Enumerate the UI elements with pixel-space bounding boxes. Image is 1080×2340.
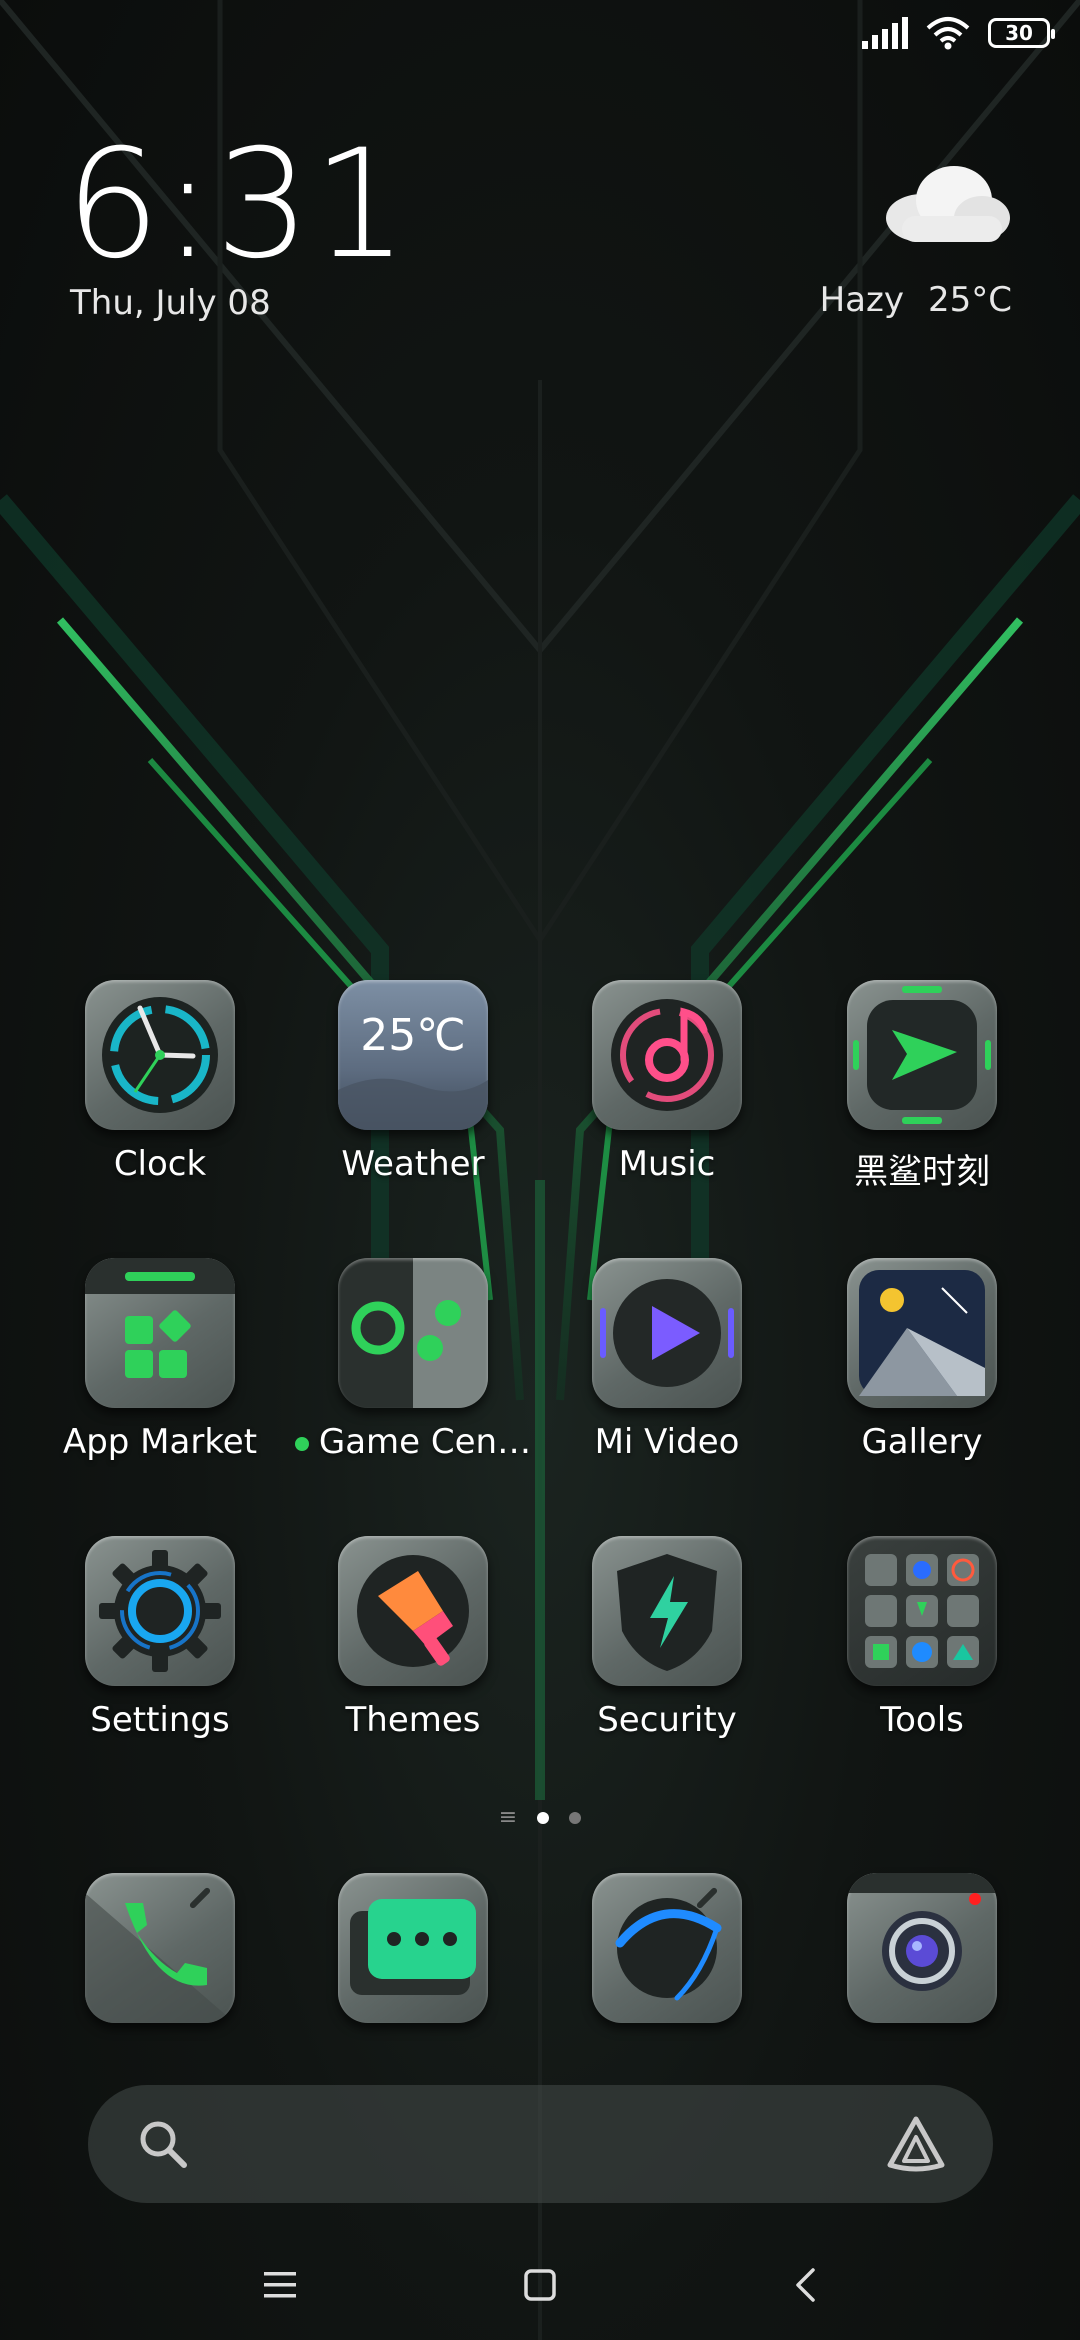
navigation-bar	[0, 2230, 1080, 2340]
blackshark-moments-icon	[847, 980, 997, 1130]
home-button[interactable]	[510, 2255, 570, 2315]
app-clock[interactable]: Clock	[35, 980, 285, 1184]
clock-time[interactable]: 6:31	[65, 130, 410, 280]
dock-browser[interactable]	[542, 1873, 792, 2023]
phone-icon	[85, 1873, 235, 2023]
app-label: Music	[618, 1144, 716, 1184]
status-bar: 30	[0, 0, 1080, 70]
gallery-icon	[847, 1258, 997, 1408]
battery-indicator: 30	[988, 18, 1055, 48]
app-drawer-lines-icon: ≡	[498, 1805, 518, 1830]
search-icon[interactable]	[136, 2117, 190, 2171]
app-label: Settings	[90, 1700, 230, 1740]
back-button[interactable]	[775, 2255, 835, 2315]
app-label: Gallery	[861, 1422, 983, 1462]
app-label: Clock	[113, 1144, 207, 1184]
search-bar[interactable]	[88, 2085, 993, 2203]
app-game-center[interactable]: Game Cen…	[288, 1258, 538, 1462]
app-mi-video[interactable]: Mi Video	[542, 1258, 792, 1462]
app-label: App Market	[62, 1422, 258, 1462]
browser-icon	[592, 1873, 742, 2023]
app-label: 黑鲨时刻	[854, 1152, 990, 1192]
signal-icon	[862, 17, 908, 49]
assistant-icon[interactable]	[884, 2115, 948, 2173]
app-label: Weather	[341, 1144, 485, 1184]
video-play-icon	[592, 1258, 742, 1408]
weather-temperature: 25°C	[927, 280, 1012, 320]
new-badge-dot	[294, 1436, 309, 1451]
wifi-icon	[926, 17, 970, 50]
game-center-icon	[338, 1258, 488, 1408]
page-dot-active	[537, 1811, 550, 1824]
app-music[interactable]: Music	[542, 980, 792, 1184]
gear-icon	[85, 1536, 235, 1686]
dock-messages[interactable]	[288, 1873, 538, 2023]
home-square-icon	[524, 2269, 556, 2301]
messages-icon	[338, 1873, 488, 2023]
weather-app-icon: 25℃	[338, 980, 488, 1130]
app-label: Tools	[880, 1700, 964, 1740]
app-blackshark-moments[interactable]: 黑鲨时刻	[797, 980, 1047, 1193]
camera-icon	[847, 1873, 997, 2023]
app-security[interactable]: Security	[542, 1536, 792, 1740]
app-gallery[interactable]: Gallery	[797, 1258, 1047, 1462]
recents-button[interactable]	[250, 2255, 310, 2315]
app-tools-folder[interactable]: Tools	[797, 1536, 1047, 1740]
app-label: Mi Video	[594, 1422, 740, 1462]
cloud-icon[interactable]	[882, 160, 1012, 244]
app-market-icon	[85, 1258, 235, 1408]
dock-phone[interactable]	[35, 1873, 285, 2023]
app-label: Security	[597, 1700, 737, 1740]
app-label-text: Game Cen…	[318, 1422, 532, 1462]
app-settings[interactable]: Settings	[35, 1536, 285, 1740]
dock-camera[interactable]	[797, 1873, 1047, 2023]
weather-summary[interactable]: Hazy 25°C	[820, 280, 1012, 320]
menu-icon	[264, 2272, 296, 2298]
app-label: Themes	[345, 1700, 481, 1740]
page-dot	[569, 1811, 582, 1824]
app-app-market[interactable]: App Market	[35, 1258, 285, 1462]
app-label: Game Cen…	[294, 1422, 532, 1462]
battery-level: 30	[1005, 21, 1033, 45]
themes-brush-icon	[338, 1536, 488, 1686]
clock-date[interactable]: Thu, July 08	[70, 283, 271, 323]
back-chevron-icon	[796, 2268, 815, 2302]
app-weather[interactable]: 25℃ Weather	[288, 980, 538, 1184]
weather-tile-temp: 25℃	[360, 1010, 465, 1061]
app-themes[interactable]: Themes	[288, 1536, 538, 1740]
security-shield-icon	[592, 1536, 742, 1686]
page-indicator[interactable]: ≡	[0, 1805, 1080, 1830]
tools-folder-icon	[847, 1536, 997, 1686]
weather-condition: Hazy	[819, 280, 904, 320]
music-icon	[592, 980, 742, 1130]
clock-icon	[85, 980, 235, 1130]
